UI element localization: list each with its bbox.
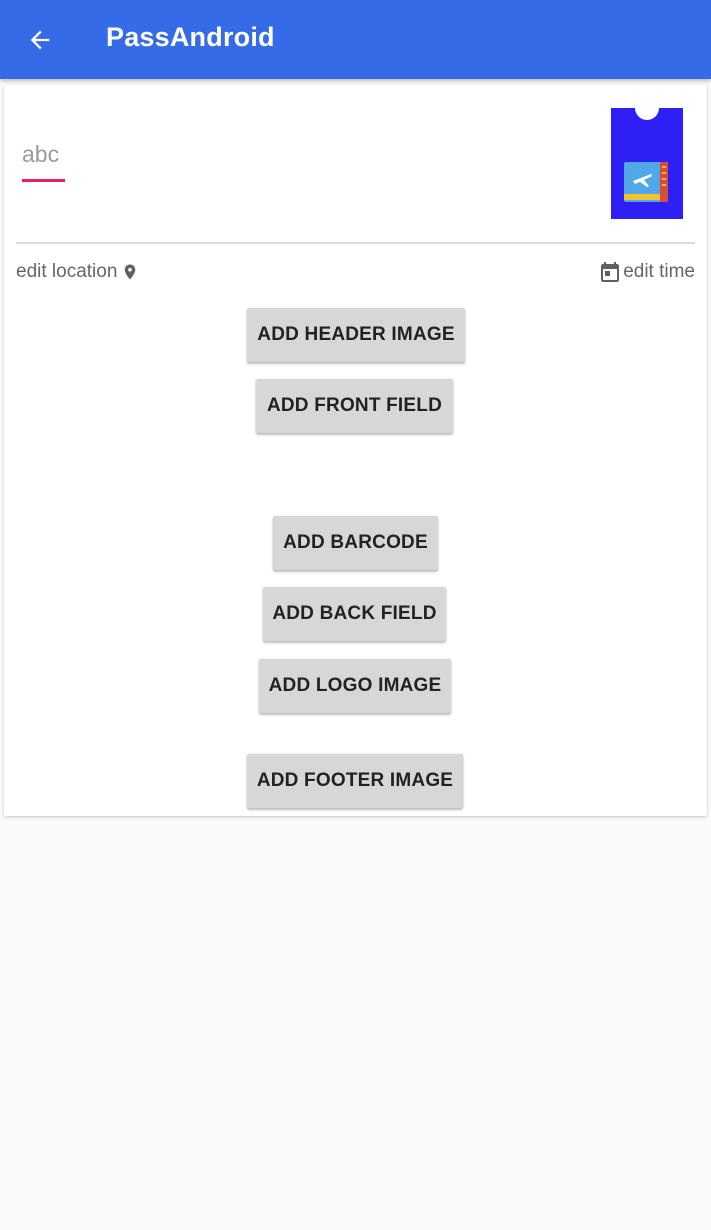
arrow-back-icon <box>30 30 50 50</box>
divider <box>16 242 695 244</box>
map-pin-icon <box>125 264 136 280</box>
app-bar: PassAndroid <box>0 0 711 79</box>
boarding-pass-icon[interactable] <box>611 108 683 219</box>
description-input[interactable] <box>22 141 92 168</box>
edit-time-label: edit time <box>623 261 695 282</box>
add-logo-image-button[interactable]: ADD LOGO IMAGE <box>259 659 451 713</box>
back-button[interactable] <box>16 16 64 64</box>
app-title: PassAndroid <box>106 22 275 52</box>
edit-location-label: edit location <box>16 261 118 282</box>
add-back-field-button[interactable]: ADD BACK FIELD <box>263 587 446 641</box>
edit-time-button[interactable]: edit time <box>598 259 695 285</box>
add-header-image-button[interactable]: ADD HEADER IMAGE <box>247 308 465 362</box>
add-barcode-button[interactable]: ADD BARCODE <box>273 516 438 570</box>
add-front-field-button[interactable]: ADD FRONT FIELD <box>256 379 453 433</box>
add-footer-image-button[interactable]: ADD FOOTER IMAGE <box>247 754 463 808</box>
calendar-icon <box>601 262 620 282</box>
edit-location-button[interactable]: edit location <box>16 261 139 283</box>
input-underline <box>22 179 65 182</box>
pass-editor-card: edit location edit time ADD HEADER IMAGE… <box>4 85 707 816</box>
